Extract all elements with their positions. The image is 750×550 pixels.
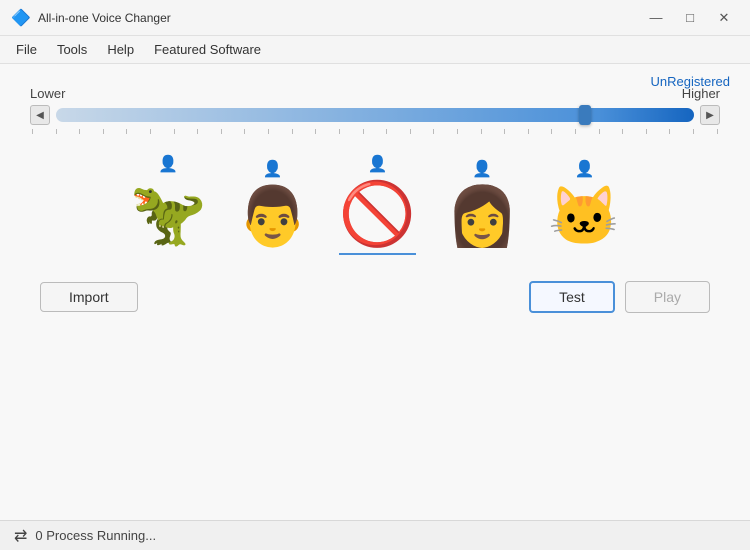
tick: [221, 129, 222, 134]
tick: [150, 129, 151, 134]
slider-ticks: [30, 129, 720, 134]
import-button[interactable]: Import: [40, 282, 138, 312]
main-content: UnRegistered Lower Higher ◀ ▶: [0, 64, 750, 520]
menu-file[interactable]: File: [8, 39, 45, 60]
app-title: All-in-one Voice Changer: [38, 11, 642, 25]
tick: [339, 129, 340, 134]
slider-container: ◀ ▶: [30, 105, 720, 125]
slider-thumb[interactable]: [579, 105, 591, 125]
slider-labels: Lower Higher: [30, 86, 720, 101]
tick: [551, 129, 552, 134]
slider-right-arrow[interactable]: ▶: [700, 105, 720, 125]
status-text: 0 Process Running...: [35, 528, 156, 543]
slider-track: [56, 108, 694, 122]
window-controls: — □ ✕: [642, 7, 738, 29]
emoji-cat: 🐱: [548, 183, 620, 251]
emoji-none: 🚫: [339, 178, 416, 251]
tick: [174, 129, 175, 134]
user-icon-dragon: 👤: [158, 154, 178, 174]
tick: [79, 129, 80, 134]
tick: [693, 129, 694, 134]
buttons-section: Import Test Play: [20, 281, 730, 313]
play-button[interactable]: Play: [625, 281, 710, 313]
app-icon: 🔷: [12, 9, 30, 27]
maximize-button[interactable]: □: [676, 7, 704, 29]
slider-section: Lower Higher ◀ ▶: [20, 86, 730, 134]
tick: [32, 129, 33, 134]
title-bar: 🔷 All-in-one Voice Changer — □ ✕: [0, 0, 750, 36]
tick: [669, 129, 670, 134]
minimize-button[interactable]: —: [642, 7, 670, 29]
tick: [386, 129, 387, 134]
tick: [126, 129, 127, 134]
tick: [457, 129, 458, 134]
tick: [481, 129, 482, 134]
tick: [363, 129, 364, 134]
tick: [622, 129, 623, 134]
tick: [315, 129, 316, 134]
unregistered-label[interactable]: UnRegistered: [651, 74, 731, 89]
slider-left-arrow[interactable]: ◀: [30, 105, 50, 125]
tick: [504, 129, 505, 134]
character-dragon[interactable]: 👤 🦖: [129, 154, 206, 251]
emoji-dragon: 🦖: [129, 178, 206, 251]
status-icon: ⇄: [14, 526, 27, 546]
tick: [410, 129, 411, 134]
tick: [646, 129, 647, 134]
right-buttons: Test Play: [529, 281, 710, 313]
user-icon-none: 👤: [368, 154, 388, 174]
slider-lower-label: Lower: [30, 86, 65, 101]
tick: [197, 129, 198, 134]
character-woman[interactable]: 👤 👩: [446, 159, 518, 251]
character-cat[interactable]: 👤 🐱: [548, 159, 620, 251]
tick: [268, 129, 269, 134]
tick: [528, 129, 529, 134]
tick: [599, 129, 600, 134]
character-man[interactable]: 👤 👨: [237, 159, 309, 251]
status-bar: ⇄ 0 Process Running...: [0, 520, 750, 550]
tick: [433, 129, 434, 134]
tick: [244, 129, 245, 134]
menu-tools[interactable]: Tools: [49, 39, 95, 60]
emoji-woman: 👩: [446, 183, 518, 251]
emoji-man: 👨: [237, 183, 309, 251]
character-none[interactable]: 👤 🚫: [339, 154, 416, 251]
tick: [103, 129, 104, 134]
menu-featured-software[interactable]: Featured Software: [146, 39, 269, 60]
tick: [717, 129, 718, 134]
close-button[interactable]: ✕: [710, 7, 738, 29]
user-icon-man: 👤: [263, 159, 283, 179]
user-icon-woman: 👤: [472, 159, 492, 179]
test-button[interactable]: Test: [529, 281, 615, 313]
user-icon-cat: 👤: [574, 159, 594, 179]
menu-help[interactable]: Help: [99, 39, 142, 60]
slider-track-wrapper[interactable]: [56, 105, 694, 125]
characters-section: 👤 🦖 👤 👨 👤 🚫 👤 👩 👤 🐱: [20, 154, 730, 251]
tick: [292, 129, 293, 134]
tick: [575, 129, 576, 134]
tick: [56, 129, 57, 134]
menu-bar: File Tools Help Featured Software: [0, 36, 750, 64]
